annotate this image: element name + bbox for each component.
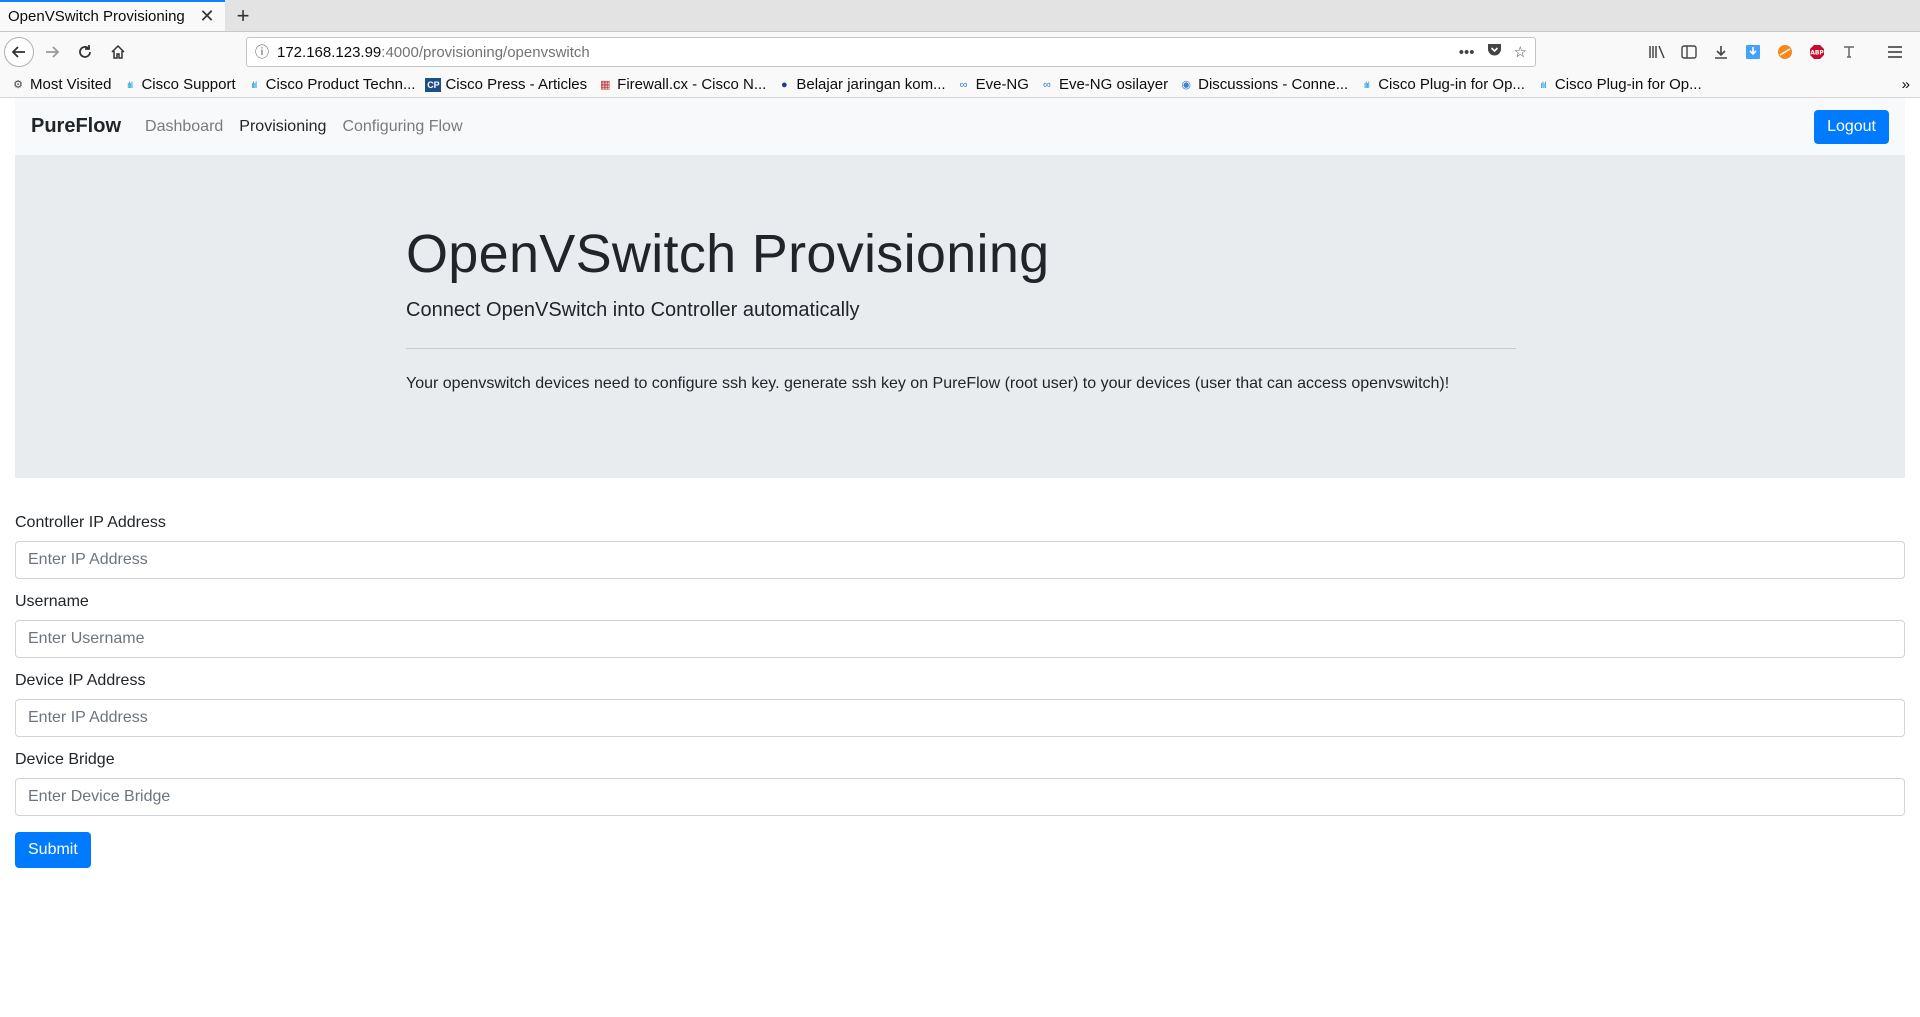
divider (406, 348, 1516, 349)
url-path: :4000/provisioning/openvswitch (381, 43, 590, 61)
logout-button[interactable]: Logout (1814, 109, 1889, 144)
page-content: PureFlow Dashboard Provisioning Configur… (0, 98, 1920, 868)
toolbar-right: ABP (1646, 41, 1916, 63)
bookmark-item[interactable]: ∞ Eve-NG (956, 76, 1029, 93)
bookmark-label: Cisco Product Techn... (265, 76, 416, 93)
bookmark-label: Most Visited (30, 76, 112, 93)
bookmark-item[interactable]: ılıl Cisco Product Techn... (246, 76, 416, 93)
bookmark-item[interactable]: ⚙ Most Visited (10, 76, 111, 93)
bookmark-label: Cisco Plug-in for Op... (1378, 76, 1525, 93)
username-group: Username (15, 593, 1905, 658)
reload-icon (79, 45, 91, 58)
app-navbar: PureFlow Dashboard Provisioning Configur… (15, 98, 1905, 155)
tab-title: OpenVSwitch Provisioning (8, 8, 185, 25)
bookmarks-toolbar: ⚙ Most Visited ılıl Cisco Support ılıl Cisco … (0, 72, 1920, 98)
bookmark-label: Belajar jaringan kom... (796, 76, 946, 93)
home-button[interactable] (103, 37, 133, 67)
username-input[interactable] (15, 620, 1905, 658)
adblock-plus-icon[interactable]: ABP (1806, 41, 1828, 63)
gear-icon: ⚙ (13, 78, 23, 91)
sidebar-icon[interactable] (1678, 41, 1700, 63)
forward-button[interactable] (37, 37, 67, 67)
firewallcx-icon: ▦ (599, 78, 611, 91)
downloads-icon[interactable] (1710, 41, 1732, 63)
eveng-icon: ∞ (1043, 78, 1051, 91)
save-page-icon[interactable] (1742, 41, 1764, 63)
cisco-icon: ılıl (126, 79, 133, 90)
bookmark-label: Cisco Press - Articles (445, 76, 588, 93)
controller-ip-label: Controller IP Address (15, 514, 166, 531)
bookmark-item[interactable]: ◉ Discussions - Conne... (1178, 76, 1348, 93)
hamburger-menu-icon[interactable] (1884, 41, 1906, 63)
bookmark-item[interactable]: CP Cisco Press - Articles (425, 76, 587, 93)
url-bar[interactable]: ⓘ 172.168.123.99:4000/provisioning/openv… (246, 37, 1536, 67)
text-extension-icon[interactable] (1838, 41, 1860, 63)
library-icon[interactable] (1646, 41, 1668, 63)
site-info-icon[interactable]: ⓘ (255, 42, 277, 62)
device-bridge-label: Device Bridge (15, 751, 115, 768)
browser-tab-bar: OpenVSwitch Provisioning ✕ + (0, 0, 1920, 32)
browser-toolbar: ⓘ 172.168.123.99:4000/provisioning/openv… (0, 32, 1920, 72)
submit-button[interactable]: Submit (15, 832, 91, 868)
pocket-icon[interactable] (1487, 43, 1502, 61)
bookmark-item[interactable]: ● Belajar jaringan kom... (776, 76, 946, 93)
bookmark-item[interactable]: ▦ Firewall.cx - Cisco N... (597, 76, 766, 93)
back-button[interactable] (4, 37, 34, 67)
cisco-icon: ılıl (1363, 79, 1370, 90)
device-bridge-input[interactable] (15, 778, 1905, 816)
globe-icon: ● (781, 78, 788, 91)
page-lead: Connect OpenVSwitch into Controller auto… (406, 299, 860, 321)
bookmark-label: Eve-NG (975, 76, 1029, 93)
forward-arrow-icon (46, 46, 60, 58)
cisco-icon: ılıl (1540, 79, 1546, 90)
provisioning-form: Controller IP Address Username Device IP… (15, 514, 1905, 868)
home-icon (111, 44, 125, 59)
page-title: OpenVSwitch Provisioning (406, 224, 1050, 284)
nav-provisioning[interactable]: Provisioning (239, 118, 326, 136)
bookmark-item[interactable]: ılıl Cisco Plug-in for Op... (1358, 76, 1525, 93)
username-label: Username (15, 593, 89, 610)
browser-tab[interactable]: OpenVSwitch Provisioning ✕ (0, 0, 225, 31)
bookmark-label: Firewall.cx - Cisco N... (617, 76, 767, 93)
url-host: 172.168.123.99 (277, 43, 382, 61)
bookmark-item[interactable]: ılıl Cisco Plug-in for Op... (1535, 76, 1702, 93)
device-bridge-group: Device Bridge (15, 751, 1905, 816)
bookmark-label: Eve-NG osilayer (1058, 76, 1169, 93)
nav-dashboard[interactable]: Dashboard (145, 118, 223, 136)
jumbotron: OpenVSwitch Provisioning Connect OpenVSw… (15, 155, 1905, 478)
bookmark-label: Cisco Plug-in for Op... (1554, 76, 1702, 93)
ciscopress-icon: CP (425, 77, 442, 92)
controller-ip-input[interactable] (15, 541, 1905, 579)
svg-text:ABP: ABP (1810, 50, 1824, 57)
cisco-icon: ılıl (251, 79, 257, 90)
device-ip-label: Device IP Address (15, 672, 146, 689)
page-actions-icon[interactable]: ••• (1459, 44, 1475, 61)
back-arrow-icon (11, 46, 25, 58)
device-ip-input[interactable] (15, 699, 1905, 737)
reload-button[interactable] (70, 37, 100, 67)
tab-close-icon[interactable]: ✕ (197, 6, 217, 27)
bookmark-item[interactable]: ılıl Cisco Support (121, 76, 236, 93)
bookmark-label: Cisco Support (141, 76, 236, 93)
brand-logo[interactable]: PureFlow (31, 115, 121, 138)
discussions-icon: ◉ (1181, 78, 1191, 91)
eveng-icon: ∞ (959, 78, 968, 91)
device-ip-group: Device IP Address (15, 672, 1905, 737)
nav-configuring-flow[interactable]: Configuring Flow (342, 118, 462, 136)
bookmark-label: Discussions - Conne... (1198, 76, 1349, 93)
controller-ip-group: Controller IP Address (15, 514, 1905, 579)
new-tab-button[interactable]: + (225, 0, 261, 31)
bookmark-star-icon[interactable]: ☆ (1514, 43, 1527, 61)
bookmarks-overflow-icon[interactable]: » (1902, 76, 1910, 93)
extension-orange-icon[interactable] (1774, 41, 1796, 63)
info-text: Your openvswitch devices need to configu… (406, 375, 1450, 392)
bookmark-item[interactable]: ∞ Eve-NG osilayer (1039, 76, 1168, 93)
